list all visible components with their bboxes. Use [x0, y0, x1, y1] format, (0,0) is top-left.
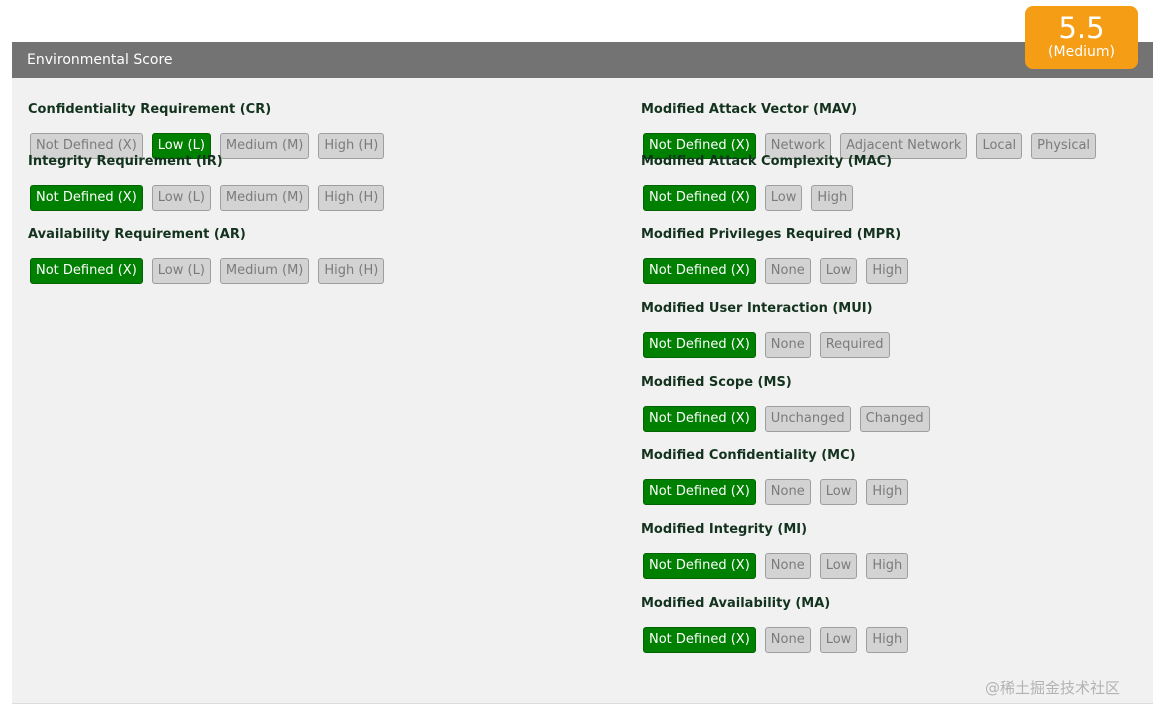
metric-modified-attack-complexity-mac: Modified Attack Complexity (MAC) Not Defi… — [641, 152, 1141, 226]
metric-modified-attack-vector-mav: Modified Attack Vector (MAV) Not Defined … — [641, 78, 1141, 159]
option-button-medium-m[interactable]: Medium (M) — [219, 258, 310, 285]
score-value: 5.5 — [1058, 11, 1105, 45]
metric-modified-user-interaction-mui: Modified User Interaction (MUI) Not Defin… — [641, 299, 1141, 373]
option-button-none[interactable]: None — [764, 553, 811, 580]
right-metrics-column: Modified Attack Vector (MAV) Not Defined … — [641, 78, 1141, 668]
option-button-not-defined-x[interactable]: Not Defined (X) — [643, 332, 756, 359]
option-button-none[interactable]: None — [764, 626, 811, 653]
option-button-high[interactable]: High — [866, 626, 909, 653]
metric-label: Modified Scope (MS) — [641, 374, 792, 390]
option-button-high[interactable]: High — [866, 553, 909, 580]
metric-label: Modified Privileges Required (MPR) — [641, 227, 902, 243]
score-rating: (Medium) — [1048, 44, 1115, 60]
metric-label: Modified Attack Vector (MAV) — [641, 102, 858, 117]
option-button-low-l[interactable]: Low (L) — [151, 258, 211, 285]
option-group: Not Defined (X) Low High — [643, 184, 1141, 211]
option-button-physical[interactable]: Physical — [1031, 133, 1097, 159]
option-button-not-defined-x[interactable]: Not Defined (X) — [30, 258, 143, 285]
section-title: Environmental Score — [27, 52, 173, 68]
option-button-none[interactable]: None — [764, 258, 811, 285]
option-button-not-defined-x[interactable]: Not Defined (X) — [643, 258, 756, 285]
metric-confidentiality-requirement-cr: Confidentiality Requirement (CR) Not Defi… — [28, 78, 618, 159]
metric-label: Modified Availability (MA) — [641, 595, 831, 611]
metric-modified-confidentiality-mc: Modified Confidentiality (MC) Not Defined… — [641, 446, 1141, 520]
option-group: Not Defined (X) None Low High — [643, 626, 1141, 653]
option-group: Not Defined (X) None Low High — [643, 258, 1141, 285]
metric-modified-privileges-required-mpr: Modified Privileges Required (MPR) Not De… — [641, 225, 1141, 299]
metric-availability-requirement-ar: Availability Requirement (AR) Not Defined… — [28, 225, 618, 299]
metric-label: Modified User Interaction (MUI) — [641, 301, 873, 317]
option-button-low[interactable]: Low — [819, 479, 858, 506]
option-button-low-l[interactable]: Low (L) — [151, 184, 211, 211]
option-button-changed[interactable]: Changed — [859, 405, 930, 432]
option-button-required[interactable]: Required — [819, 332, 890, 359]
option-button-none[interactable]: None — [764, 479, 811, 506]
option-button-local[interactable]: Local — [976, 133, 1023, 159]
metric-label: Modified Confidentiality (MC) — [641, 448, 856, 464]
bottom-divider — [12, 703, 1153, 704]
option-button-high-h[interactable]: High (H) — [318, 184, 385, 211]
option-button-low[interactable]: Low — [819, 553, 858, 580]
metric-integrity-requirement-ir: Integrity Requirement (IR) Not Defined (X… — [28, 152, 618, 226]
option-button-low[interactable]: Low — [819, 258, 858, 285]
option-button-not-defined-x[interactable]: Not Defined (X) — [643, 405, 756, 432]
score-badge: 5.5 (Medium) — [1025, 6, 1138, 69]
option-button-none[interactable]: None — [764, 332, 811, 359]
metrics-panel: Confidentiality Requirement (CR) Not Defi… — [12, 78, 1153, 703]
option-button-medium-m[interactable]: Medium (M) — [219, 184, 310, 211]
option-button-high-h[interactable]: High (H) — [318, 258, 385, 285]
option-group: Not Defined (X) Low (L) Medium (M) High (H) — [30, 258, 618, 285]
metric-modified-availability-ma: Modified Availability (MA) Not Defined (X… — [641, 594, 1141, 668]
metric-label: Confidentiality Requirement (CR) — [28, 102, 272, 117]
option-button-high[interactable]: High — [811, 184, 854, 211]
option-button-not-defined-x[interactable]: Not Defined (X) — [643, 479, 756, 506]
watermark: @稀土掘金技术社区 — [985, 679, 1121, 697]
option-group: Not Defined (X) Low (L) Medium (M) High (H) — [30, 184, 618, 211]
option-button-not-defined-x[interactable]: Not Defined (X) — [643, 626, 756, 653]
metric-modified-integrity-mi: Modified Integrity (MI) Not Defined (X) No… — [641, 520, 1141, 594]
left-metrics-column: Confidentiality Requirement (CR) Not Defi… — [28, 78, 618, 299]
option-button-not-defined-x[interactable]: Not Defined (X) — [30, 184, 143, 211]
option-button-not-defined-x[interactable]: Not Defined (X) — [643, 553, 756, 580]
option-button-not-defined-x[interactable]: Not Defined (X) — [643, 184, 756, 211]
option-button-unchanged[interactable]: Unchanged — [764, 405, 851, 432]
metric-modified-scope-ms: Modified Scope (MS) Not Defined (X) Unchan… — [641, 373, 1141, 447]
option-group: Not Defined (X) None Required — [643, 332, 1141, 359]
metric-label: Modified Integrity (MI) — [641, 522, 808, 538]
option-button-low[interactable]: Low — [819, 626, 858, 653]
option-button-high[interactable]: High — [866, 479, 909, 506]
option-group: Not Defined (X) None Low High — [643, 553, 1141, 580]
option-button-high[interactable]: High — [866, 258, 909, 285]
option-button-high-h[interactable]: High (H) — [318, 133, 385, 159]
section-header: Environmental Score — [12, 42, 1153, 78]
option-group: Not Defined (X) Unchanged Changed — [643, 405, 1141, 432]
option-button-medium-m[interactable]: Medium (M) — [219, 133, 310, 159]
option-group: Not Defined (X) None Low High — [643, 479, 1141, 506]
option-button-low[interactable]: Low — [764, 184, 803, 211]
metric-label: Availability Requirement (AR) — [28, 227, 246, 243]
